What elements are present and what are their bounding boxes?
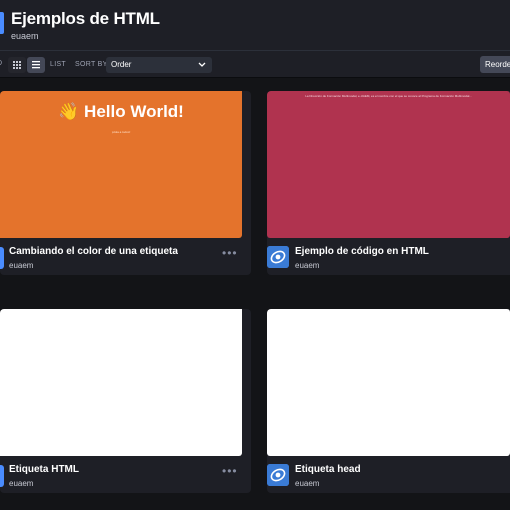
pen-owner[interactable]: euaem: [9, 261, 33, 270]
pen-preview[interactable]: 👋 Hello World! ¡Hola a todos!: [0, 91, 242, 238]
sort-by-label: SORT BY: [75, 61, 108, 68]
chevron-down-icon: [198, 62, 206, 67]
pen-owner[interactable]: euaem: [295, 479, 319, 488]
view-mode-label: D: [0, 60, 2, 67]
user-avatar-icon[interactable]: [0, 247, 4, 269]
preview-small-text: ¡Hola a todos!: [111, 130, 131, 134]
pen-title[interactable]: Etiqueta HTML: [9, 464, 79, 475]
page-title: Ejemplos de HTML: [11, 9, 160, 28]
user-avatar-icon[interactable]: [0, 465, 4, 487]
pen-title[interactable]: Cambiando el color de una etiqueta: [9, 246, 178, 257]
sort-select-value: Order: [111, 60, 132, 69]
pen-card[interactable]: 👋 Hello World! ¡Hola a todos! Cambiando …: [0, 91, 251, 275]
pen-owner[interactable]: euaem: [9, 479, 33, 488]
page-header: Ejemplos de HTML euaem: [0, 0, 510, 50]
list-view-icon: [32, 61, 40, 69]
pen-card[interactable]: La Dirección de Formación Multimodal, e-…: [267, 91, 510, 275]
list-view-label: LIST: [50, 61, 66, 68]
pen-owner[interactable]: euaem: [295, 261, 319, 270]
view-toolbar: D LIST SORT BY Order Reorder: [0, 50, 510, 78]
user-avatar-icon[interactable]: [267, 246, 289, 268]
preview-text: La Dirección de Formación Multimodal, e-…: [305, 94, 472, 98]
more-options-icon[interactable]: •••: [222, 247, 238, 259]
pen-card[interactable]: Etiqueta head euaem: [267, 309, 510, 493]
owner-avatar[interactable]: [0, 12, 4, 34]
grid-view-button[interactable]: [8, 57, 26, 73]
pen-card[interactable]: Etiqueta HTML euaem •••: [0, 309, 251, 493]
pen-preview[interactable]: [267, 309, 510, 456]
pen-title[interactable]: Etiqueta head: [295, 464, 361, 475]
list-view-button[interactable]: [27, 57, 45, 73]
pen-preview[interactable]: [0, 309, 242, 456]
page-owner-link[interactable]: euaem: [11, 31, 39, 41]
grid-view-icon: [13, 61, 21, 69]
user-avatar-icon[interactable]: [267, 464, 289, 486]
sort-select[interactable]: Order: [106, 57, 212, 73]
reorder-button[interactable]: Reorder: [480, 56, 510, 73]
more-options-icon[interactable]: •••: [222, 465, 238, 477]
pen-title[interactable]: Ejemplo de código en HTML: [295, 246, 429, 257]
pen-preview[interactable]: La Dirección de Formación Multimodal, e-…: [267, 91, 510, 238]
preview-heading: 👋 Hello World!: [58, 102, 184, 121]
